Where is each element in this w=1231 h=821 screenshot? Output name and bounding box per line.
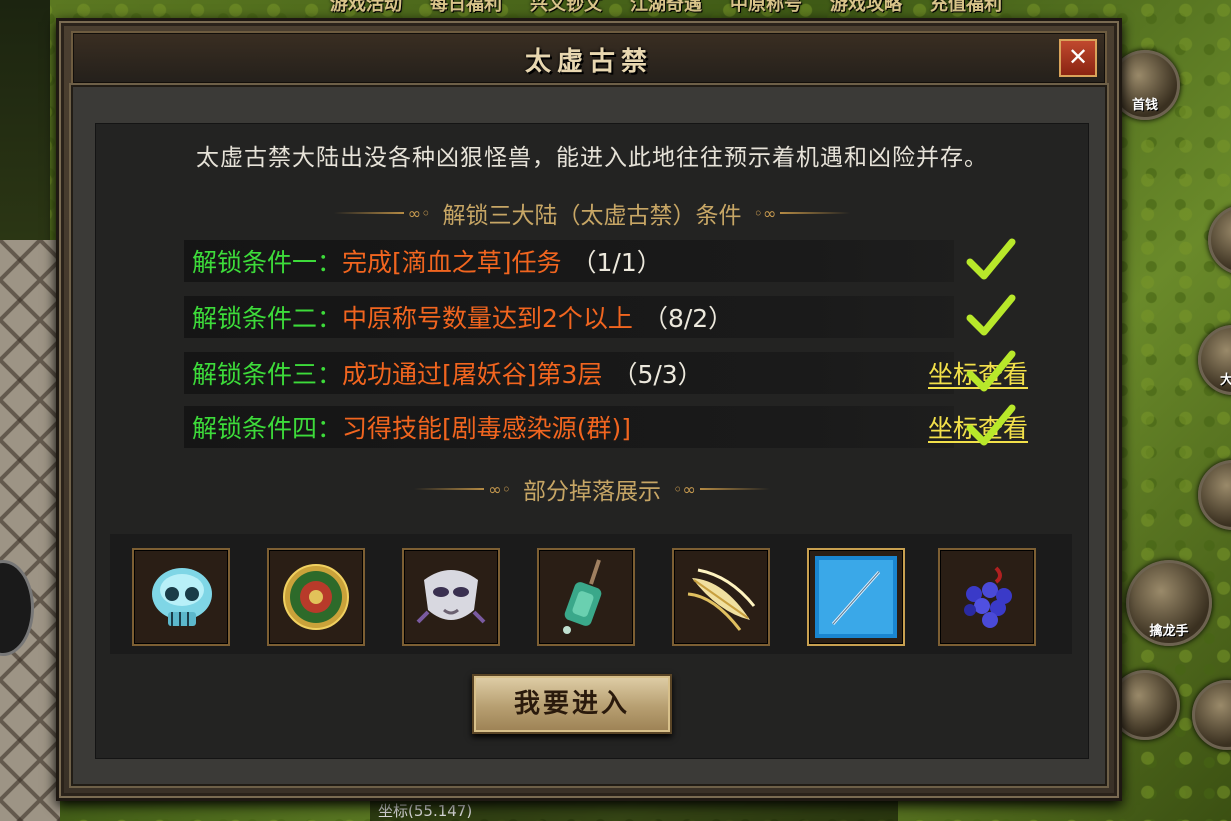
ornament-left-icon: ∞◦	[333, 204, 431, 223]
dialog-description: 太虚古禁大陆出没各种凶狠怪兽，能进入此地往往预示着机遇和凶险并存。	[196, 145, 988, 171]
dialog-title-bar[interactable]: 太虚古禁 ✕	[71, 31, 1107, 85]
blue-needle-icon	[815, 556, 897, 638]
conditions-header: ∞◦ 解锁三大陆（太虚古禁）条件 ◦∞	[96, 196, 1088, 230]
condition-label: 解锁条件三：	[192, 360, 343, 389]
top-menu-item[interactable]: 中原称号	[730, 0, 802, 16]
condition-row: 解锁条件四： 习得技能[剧毒感染源(群)] 坐标查看	[184, 406, 1028, 448]
golden-feather-icon	[687, 568, 756, 631]
drop-item-slot[interactable]	[402, 548, 500, 646]
top-menu: 游戏活动 每日福利 兴义钞文 江湖奇遇 中原称号 游戏攻略 充值福利	[330, 0, 1210, 16]
top-menu-item[interactable]: 充值福利	[930, 0, 1002, 16]
condition-text: 中原称号数量达到2个以上	[342, 304, 633, 333]
condition-text: 习得技能[剧毒感染源(群)]	[342, 414, 632, 443]
top-menu-item[interactable]: 江湖奇遇	[630, 0, 702, 16]
top-menu-item[interactable]: 每日福利	[430, 0, 502, 16]
ornament-right-icon: ◦∞	[673, 480, 770, 499]
top-menu-item[interactable]: 游戏活动	[330, 0, 402, 16]
coordinate-text: 坐标(55.147)	[378, 802, 473, 820]
side-button-label: 首钱	[1131, 98, 1158, 113]
check-icon	[966, 350, 1016, 392]
background-shadow	[0, 0, 50, 240]
close-icon: ✕	[1067, 43, 1089, 71]
condition-text: 成功通过[屠妖谷]第3层	[342, 360, 603, 389]
drops-header: ∞◦ 部分掉落展示 ◦∞	[96, 472, 1088, 506]
top-menu-item[interactable]: 兴义钞文	[530, 0, 602, 16]
drop-item-slot[interactable]	[537, 548, 635, 646]
jade-medallion-icon	[283, 564, 349, 630]
top-menu-item[interactable]: 游戏攻略	[830, 0, 902, 16]
drop-item-slot[interactable]	[267, 548, 365, 646]
condition-progress: （8/2）	[642, 304, 734, 333]
check-icon	[966, 238, 1016, 280]
drop-items-strip	[110, 534, 1072, 654]
silver-mask-icon	[416, 570, 486, 624]
ornament-left-icon: ∞◦	[414, 480, 511, 499]
content-panel: 太虚古禁大陆出没各种凶狠怪兽，能进入此地往往预示着机遇和凶险并存。 ∞◦ 解锁三…	[95, 123, 1089, 759]
grape-cluster-icon	[964, 566, 1012, 628]
drops-title: 部分掉落展示	[523, 479, 661, 505]
check-icon	[966, 404, 1016, 446]
close-button[interactable]: ✕	[1059, 39, 1097, 77]
dialog-title: 太虚古禁	[524, 47, 653, 77]
side-button-label: 大陆	[1219, 373, 1231, 388]
condition-row: 解锁条件二： 中原称号数量达到2个以上 （8/2）	[184, 296, 954, 338]
condition-label: 解锁条件二：	[192, 304, 343, 333]
condition-row: 解锁条件三： 成功通过[屠妖谷]第3层 （5/3） 坐标查看	[184, 352, 1028, 394]
conditions-title: 解锁三大陆（太虚古禁）条件	[442, 203, 742, 229]
ornament-right-icon: ◦∞	[754, 204, 851, 223]
condition-label: 解锁条件四：	[192, 414, 343, 443]
enter-button[interactable]: 我要进入	[472, 674, 672, 734]
drop-item-slot[interactable]	[938, 548, 1036, 646]
taixu-dialog: 太虚古禁 ✕ 太虚古禁大陆出没各种凶狠怪兽，能进入此地往往预示着机遇和凶险并存。…	[56, 18, 1122, 801]
stone-path	[0, 240, 60, 821]
drop-item-slot[interactable]	[132, 548, 230, 646]
side-button[interactable]: 擒龙手	[1126, 560, 1212, 646]
chat-bar: 坐标(55.147)	[370, 800, 898, 821]
side-button-label: 擒龙手	[1149, 624, 1189, 639]
drop-item-slot[interactable]	[807, 548, 905, 646]
condition-text: 完成[滴血之草]任务	[342, 248, 562, 277]
ice-skull-icon	[152, 568, 212, 626]
check-icon	[966, 294, 1016, 336]
condition-label: 解锁条件一：	[192, 248, 343, 277]
condition-progress: （1/1）	[571, 248, 662, 277]
drop-item-slot[interactable]	[672, 548, 770, 646]
condition-progress: （5/3）	[612, 360, 703, 389]
condition-row: 解锁条件一： 完成[滴血之草]任务 （1/1）	[184, 240, 954, 282]
jade-pendant-icon	[563, 559, 602, 634]
